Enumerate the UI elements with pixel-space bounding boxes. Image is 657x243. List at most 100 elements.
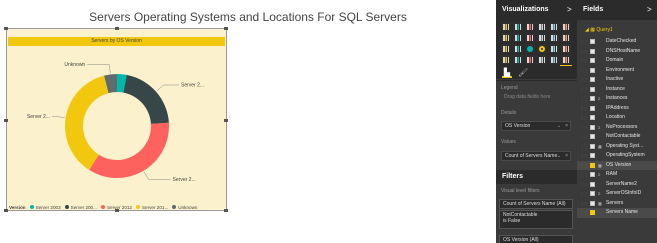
stacked-column-icon[interactable] — [513, 22, 523, 31]
field-row[interactable]: ⋮⋮ Σ NoProcessors — [577, 123, 657, 133]
drag-handle-icon[interactable]: ⋮⋮ — [580, 144, 588, 149]
field-row[interactable]: ⋮⋮ Inactive — [577, 75, 657, 85]
legend-well-dropzone[interactable]: Drag data fields here — [501, 93, 571, 103]
filter-card[interactable]: OS Version (All) — [499, 235, 573, 243]
drag-handle-icon[interactable]: ⋮⋮ — [580, 153, 588, 158]
drag-handle-icon[interactable]: ⋮⋮ — [580, 172, 588, 177]
legend-item[interactable]: Server 201... — [135, 205, 168, 210]
field-checkbox[interactable] — [590, 200, 595, 206]
drag-handle-icon[interactable]: ⋮⋮ — [580, 68, 588, 73]
field-checkbox[interactable] — [590, 162, 595, 168]
kpi-icon[interactable] — [561, 55, 571, 64]
line-chart-icon[interactable] — [501, 33, 511, 42]
filter-card[interactable]: Count of Servers Name (All) — [499, 199, 573, 209]
field-checkbox[interactable] — [590, 134, 595, 139]
collapse-chevron-icon[interactable]: > — [567, 5, 572, 14]
scatter-icon[interactable] — [513, 44, 523, 53]
area-chart-icon[interactable] — [513, 33, 523, 42]
drag-handle-icon[interactable]: ⋮⋮ — [580, 125, 588, 130]
field-checkbox[interactable] — [590, 86, 595, 92]
field-row[interactable]: ⋮⋮ Environment — [577, 66, 657, 76]
drag-handle-icon[interactable]: ⋮⋮ — [580, 77, 588, 82]
drag-handle-icon[interactable]: ⋮⋮ — [580, 106, 588, 111]
card-icon[interactable] — [537, 55, 547, 64]
donut-slice-server-2012[interactable] — [89, 122, 169, 178]
drag-handle-icon[interactable]: ⋮⋮ — [580, 115, 588, 120]
table-node-query1[interactable]: ◢ ▦ Query1 — [585, 26, 655, 34]
waterfall-icon[interactable] — [501, 44, 511, 53]
field-row[interactable]: ⋮⋮ Σ RAM — [577, 170, 657, 180]
100-bar-icon[interactable] — [549, 22, 559, 31]
drag-handle-icon[interactable]: ⋮⋮ — [580, 87, 588, 92]
pie-icon[interactable] — [525, 44, 535, 53]
field-checkbox[interactable] — [590, 58, 595, 63]
legend-item[interactable]: Server 2003 — [29, 205, 61, 210]
field-checkbox[interactable] — [590, 153, 595, 158]
drag-handle-icon[interactable]: ⋮⋮ — [580, 191, 588, 196]
clustered-column-icon[interactable] — [537, 22, 547, 31]
field-checkbox[interactable] — [590, 115, 595, 120]
field-row[interactable]: ⋮⋮ DNSHostName — [577, 47, 657, 57]
funnel-icon[interactable] — [513, 55, 523, 64]
field-checkbox[interactable] — [590, 105, 595, 111]
report-title[interactable]: Servers Operating Systems and Locations … — [0, 10, 496, 24]
field-checkbox[interactable] — [590, 143, 595, 149]
ribbon-chart-icon[interactable] — [561, 33, 571, 42]
field-checkbox[interactable] — [590, 181, 595, 187]
legend-item[interactable]: Unknown — [172, 205, 197, 210]
donut-icon[interactable] — [537, 44, 547, 53]
format-paintbrush-icon[interactable]: 🖌 — [518, 68, 528, 78]
100-column-icon[interactable] — [561, 22, 571, 31]
filled-map-icon[interactable] — [501, 55, 511, 64]
legend-item[interactable]: Server 200... — [64, 205, 97, 210]
gauge-icon[interactable] — [525, 55, 535, 64]
field-checkbox[interactable] — [590, 48, 595, 54]
field-row[interactable]: ⋮⋮ IPAddress — [577, 104, 657, 114]
field-checkbox[interactable] — [590, 77, 595, 82]
field-row[interactable]: ⋮⋮ Servers Name — [577, 208, 657, 218]
drag-handle-icon[interactable]: ⋮⋮ — [580, 163, 588, 168]
field-row[interactable]: ⋮⋮ Location — [577, 113, 657, 123]
line-column-icon[interactable] — [537, 33, 547, 42]
field-row[interactable]: ⋮⋮ Σ Instances — [577, 94, 657, 104]
drag-handle-icon[interactable]: ⋮⋮ — [580, 134, 588, 139]
drag-handle-icon[interactable]: ⋮⋮ — [580, 39, 588, 44]
clustered-bar-icon[interactable] — [525, 22, 535, 31]
field-row[interactable]: ⋮⋮ DateChecked — [577, 37, 657, 47]
drag-handle-icon[interactable]: ⋮⋮ — [580, 49, 588, 54]
fields-well-tab-icon[interactable]: ▙ — [502, 68, 512, 78]
drag-handle-icon[interactable]: ⋮⋮ — [580, 201, 588, 206]
remove-icon[interactable]: × — [565, 152, 568, 160]
field-checkbox[interactable] — [590, 191, 595, 196]
field-row[interactable]: ⋮⋮ ▦ Servers — [577, 199, 657, 209]
field-checkbox[interactable] — [590, 124, 595, 130]
drag-handle-icon[interactable]: ⋮⋮ — [580, 182, 588, 187]
field-row[interactable]: ⋮⋮ Instance — [577, 85, 657, 95]
multirow-card-icon[interactable] — [549, 55, 559, 64]
field-checkbox[interactable] — [590, 172, 595, 177]
field-checkbox[interactable] — [590, 67, 595, 73]
line-clustered-icon[interactable] — [549, 33, 559, 42]
field-row[interactable]: ⋮⋮ ServerName2 — [577, 180, 657, 190]
legend-item[interactable]: Server 2012 — [100, 205, 132, 210]
resize-handle[interactable] — [4, 209, 8, 212]
drag-handle-icon[interactable]: ⋮⋮ — [580, 96, 588, 101]
field-row[interactable]: ⋮⋮ ▦ Operating Syst... — [577, 142, 657, 152]
filter-card[interactable]: NotContactable is False — [499, 210, 573, 229]
stacked-area-icon[interactable] — [525, 33, 535, 42]
values-well-field[interactable]: Count of Servers Name ⌄ × — [501, 151, 571, 161]
donut-slice-server-2016[interactable] — [65, 75, 109, 170]
map-icon[interactable] — [561, 44, 571, 53]
field-row[interactable]: ⋮⋮ ▦ OS Version — [577, 160, 657, 170]
donut-chart-visual[interactable]: Servers by OS Version Server 2... Server … — [4, 27, 228, 212]
drag-handle-icon[interactable]: ⋮⋮ — [580, 58, 588, 63]
field-row[interactable]: ⋮⋮ NotContactable — [577, 132, 657, 142]
chevron-down-icon[interactable]: ⌄ — [557, 152, 561, 160]
drag-handle-icon[interactable]: ⋮⋮ — [580, 210, 588, 215]
field-row[interactable]: ⋮⋮ OperatingSystem — [577, 151, 657, 161]
collapse-chevron-icon[interactable]: > — [647, 5, 652, 14]
details-well-field[interactable]: OS Version ⌄ × — [501, 121, 571, 131]
field-row[interactable]: ⋮⋮ Σ ServerOSInfoID — [577, 189, 657, 199]
chevron-down-icon[interactable]: ⌄ — [557, 122, 561, 130]
donut-slice-server-2008[interactable] — [123, 74, 169, 124]
